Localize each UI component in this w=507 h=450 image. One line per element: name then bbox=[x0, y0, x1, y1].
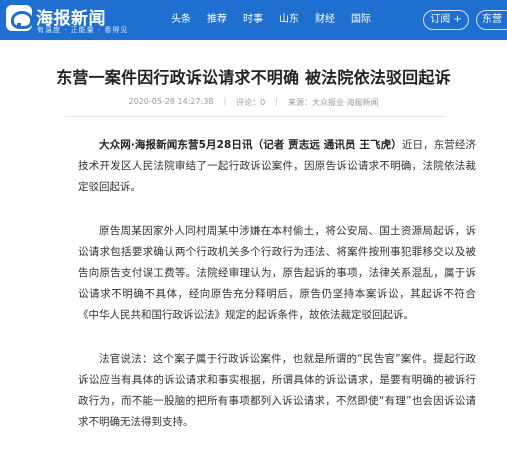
subscribe-button[interactable]: 订阅 + bbox=[423, 10, 469, 30]
nav-item-headlines[interactable]: 头条 bbox=[163, 0, 199, 40]
meta-separator: | bbox=[223, 97, 227, 106]
title-divider bbox=[65, 116, 445, 117]
article-paragraph-3: 法官说法：这个案子属于行政诉讼案件，也就是所谓的“民告官”案件。提起行政诉讼应当… bbox=[78, 353, 476, 428]
article-paragraph-2: 原告周某因家外人同村周某中涉嫌在本村偷土，将公安局、国土资源局起诉，诉讼请求包括… bbox=[78, 225, 476, 321]
nav-item-shandong[interactable]: 山东 bbox=[271, 0, 307, 40]
site-logo[interactable]: 海报新闻 有温度 · 正能量 · 看得见 bbox=[6, 3, 136, 37]
article-meta: 2020-05-28 14:27:38 | 评论：0 | 来源：大众报业·海报新… bbox=[0, 97, 507, 108]
article-source: 来源：大众报业·海报新闻 bbox=[287, 98, 379, 107]
main-nav: 头条 推荐 时事 山东 财经 国际 bbox=[163, 0, 379, 40]
top-nav-bar: 海报新闻 有温度 · 正能量 · 看得见 头条 推荐 时事 山东 财经 国际 订… bbox=[0, 0, 507, 40]
article-dateline: 大众网·海报新闻东营5月28日讯（记者 贾志远 通讯员 王飞虎） bbox=[99, 139, 402, 151]
nav-item-current-affairs[interactable]: 时事 bbox=[235, 0, 271, 40]
logo-icon bbox=[6, 5, 33, 31]
logo-slogan: 有温度 · 正能量 · 看得见 bbox=[37, 26, 129, 34]
comment-count[interactable]: 评论：0 bbox=[236, 97, 265, 108]
article-paragraph-1: 大众网·海报新闻东营5月28日讯（记者 贾志远 通讯员 王飞虎）近日，东营经济技… bbox=[78, 135, 476, 198]
nav-item-recommended[interactable]: 推荐 bbox=[199, 0, 235, 40]
meta-separator: | bbox=[275, 97, 278, 106]
nav-item-finance[interactable]: 财经 bbox=[307, 0, 343, 40]
article-title: 东营一案件因行政诉讼请求不明确 被法院依法驳回起诉 bbox=[56, 68, 451, 87]
region-selector[interactable]: 东营 bbox=[476, 10, 507, 30]
publish-time: 2020-05-28 14:27:38 bbox=[128, 97, 214, 106]
nav-item-international[interactable]: 国际 bbox=[343, 0, 379, 40]
